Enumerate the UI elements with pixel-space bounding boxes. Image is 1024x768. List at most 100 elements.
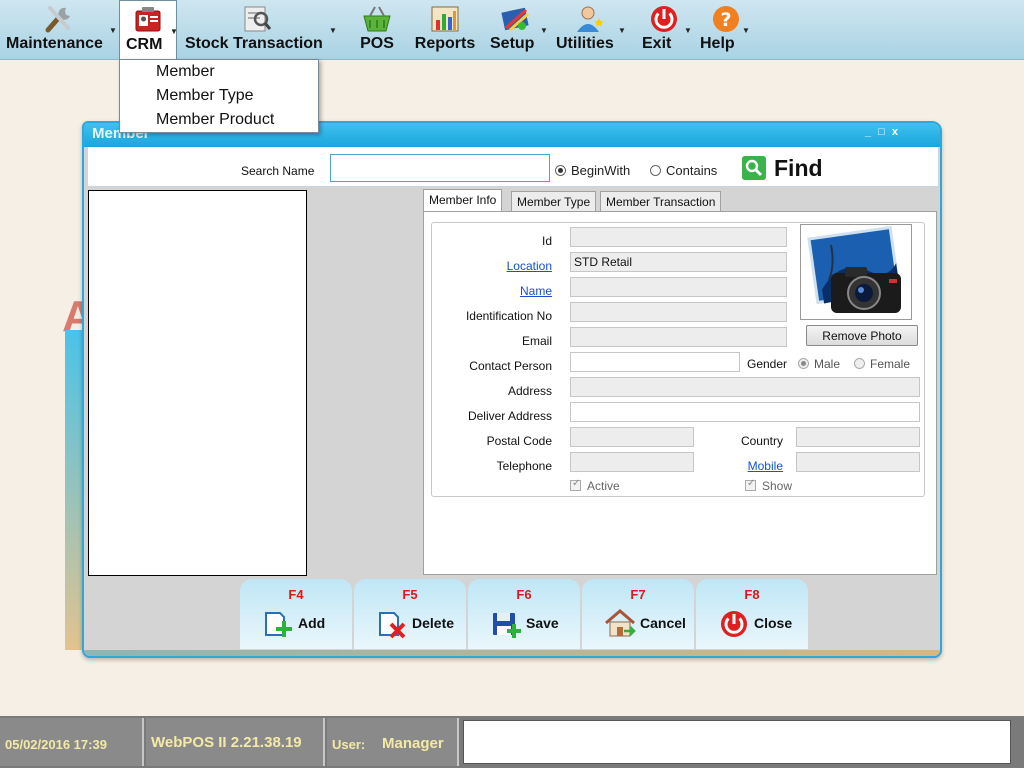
status-version: WebPOS II 2.21.38.19	[151, 734, 302, 751]
radio-dot	[854, 358, 865, 369]
email-field[interactable]	[570, 327, 787, 347]
close-label: Close	[754, 615, 793, 631]
menu-item-member-type[interactable]: Member Type	[156, 87, 254, 105]
save-hotkey: F6	[516, 587, 532, 602]
search-bar: Search Name BeginWith Contains Find	[88, 147, 938, 187]
delete-button[interactable]: F5 Delete	[354, 579, 466, 649]
radio-beginwith-label: BeginWith	[571, 163, 631, 178]
identification-no-field[interactable]	[570, 302, 787, 322]
delete-label: Delete	[412, 615, 455, 631]
main-menubar: Maintenance ▼ CRM ▼ Stock Transaction ▼	[0, 0, 1024, 60]
id-label: Id	[541, 234, 552, 248]
power-icon	[651, 6, 677, 32]
active-checkbox[interactable]: Active	[570, 478, 620, 493]
address-field[interactable]	[570, 377, 920, 397]
radio-contains[interactable]: Contains	[650, 163, 717, 178]
add-hotkey: F4	[288, 587, 304, 602]
tab-member-transaction[interactable]: Member Transaction	[600, 191, 722, 211]
shopping-basket-icon	[363, 6, 391, 32]
id-field[interactable]	[570, 227, 787, 247]
chevron-down-icon: ▼	[618, 26, 626, 35]
deliver-address-label: Deliver Address	[467, 409, 552, 423]
chevron-down-icon: ▼	[329, 26, 337, 35]
floppy-disk-icon	[493, 613, 521, 638]
menu-help-label: Help	[700, 35, 735, 52]
magnifier-document-icon	[244, 6, 272, 32]
status-datetime-cell: 05/02/2016 17:39	[0, 718, 144, 766]
tab-member-type[interactable]: Member Type	[511, 191, 597, 211]
menu-maintenance-label: Maintenance	[6, 35, 103, 52]
contact-person-field[interactable]	[570, 352, 740, 372]
menu-reports[interactable]: Reports	[412, 0, 478, 60]
deliver-address-field[interactable]	[570, 402, 920, 422]
svg-text:?: ?	[720, 9, 731, 31]
add-document-icon	[265, 612, 292, 637]
menu-item-member[interactable]: Member	[156, 63, 215, 81]
cancel-button[interactable]: F7 Cancel	[582, 579, 694, 649]
menu-maintenance[interactable]: Maintenance ▼	[0, 0, 117, 60]
user-star-icon	[577, 6, 604, 32]
name-link[interactable]: Name	[422, 284, 552, 298]
menu-item-member-product[interactable]: Member Product	[156, 111, 274, 129]
window-controls[interactable]: _ □ x	[865, 126, 900, 138]
member-list[interactable]	[88, 190, 307, 576]
address-label: Address	[507, 384, 552, 398]
status-user-cell: User: Manager	[327, 718, 459, 766]
gender-female-radio[interactable]: Female	[854, 357, 910, 371]
mobile-link[interactable]: Mobile	[653, 459, 783, 473]
delete-document-icon	[379, 612, 406, 639]
gender-label: Gender	[747, 357, 788, 371]
save-label: Save	[526, 615, 559, 631]
member-info-group: Id Location STD Retail Name Identificati…	[431, 222, 925, 497]
search-icon	[742, 156, 766, 180]
crm-dropdown-menu: Member Member Type Member Product	[119, 59, 319, 133]
menu-exit[interactable]: Exit ▼	[636, 0, 692, 60]
menu-help[interactable]: ? Help ▼	[698, 0, 754, 60]
gender-male-label: Male	[814, 357, 841, 371]
country-field[interactable]	[796, 427, 920, 447]
menu-stock-transaction-label: Stock Transaction	[185, 35, 323, 52]
email-label: Email	[521, 334, 552, 348]
status-datetime: 05/02/2016 17:39	[5, 737, 107, 752]
window-footer-strip	[84, 650, 940, 656]
search-name-input[interactable]	[330, 154, 550, 182]
menu-exit-label: Exit	[642, 35, 672, 52]
gender-male-radio[interactable]: Male	[798, 357, 840, 371]
show-label: Show	[762, 479, 793, 493]
radio-dot	[555, 165, 566, 176]
location-field[interactable]: STD Retail	[570, 252, 787, 272]
checkbox-box	[745, 478, 756, 491]
help-icon: ?	[713, 6, 739, 32]
status-message-box	[463, 720, 1011, 764]
chevron-down-icon: ▼	[540, 26, 548, 35]
name-field[interactable]	[570, 277, 787, 297]
mobile-field[interactable]	[796, 452, 920, 472]
camera-photo-icon	[807, 225, 901, 313]
find-button[interactable]: Find	[742, 155, 862, 183]
menu-utilities-label: Utilities	[556, 35, 614, 52]
active-label: Active	[587, 479, 620, 493]
menu-setup[interactable]: Setup ▼	[484, 0, 548, 60]
search-name-label: Search Name	[241, 164, 315, 178]
checkbox-box	[570, 478, 581, 491]
remove-photo-button[interactable]: Remove Photo	[806, 325, 918, 346]
status-version-cell: WebPOS II 2.21.38.19	[146, 718, 325, 766]
menu-utilities[interactable]: Utilities ▼	[552, 0, 628, 60]
location-link[interactable]: Location	[422, 259, 552, 273]
chevron-down-icon: ▼	[109, 26, 117, 35]
menu-crm[interactable]: CRM ▼	[119, 0, 178, 60]
menu-pos[interactable]: POS	[348, 0, 406, 60]
menu-stock-transaction[interactable]: Stock Transaction ▼	[180, 0, 337, 60]
menu-crm-label: CRM	[126, 36, 163, 53]
member-photo[interactable]	[800, 224, 912, 320]
radio-beginwith[interactable]: BeginWith	[555, 163, 630, 178]
save-button[interactable]: F6 Save	[468, 579, 580, 649]
close-button[interactable]: F8 Close	[696, 579, 808, 649]
show-checkbox[interactable]: Show	[745, 478, 793, 493]
status-bar: 05/02/2016 17:39 WebPOS II 2.21.38.19 Us…	[0, 716, 1024, 768]
chevron-down-icon: ▼	[684, 26, 692, 35]
tab-member-info[interactable]: Member Info	[423, 189, 503, 212]
menu-setup-label: Setup	[490, 35, 535, 52]
telephone-label: Telephone	[496, 459, 552, 473]
add-button[interactable]: F4 Add	[240, 579, 352, 649]
